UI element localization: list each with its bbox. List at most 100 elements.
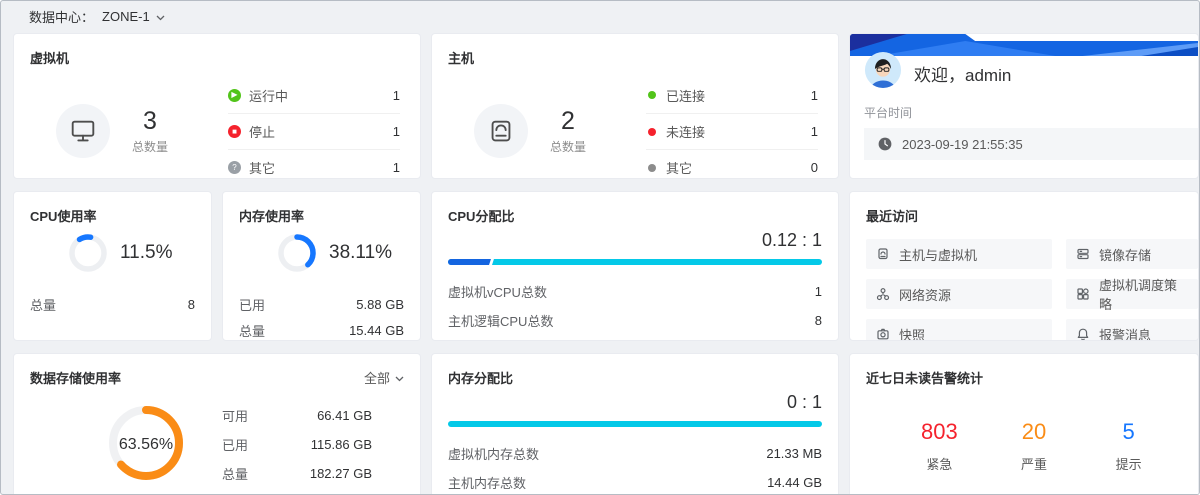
kv-row: 总量 15.44 GB [239, 317, 404, 341]
dashboard: 数据中心： ZONE-1 虚拟机 3 总数量 [0, 0, 1200, 495]
cpu-usage-title: CPU使用率 [30, 206, 195, 225]
kv-label: 总量 [30, 295, 56, 314]
status-value: 1 [393, 160, 400, 175]
alarm-critical-count: 803 [892, 419, 987, 445]
status-value: 0 [811, 160, 818, 175]
mem-usage-percent: 38.11% [329, 242, 392, 264]
status-label: 已连接 [666, 86, 811, 105]
vm-total: 3 总数量 [132, 107, 168, 155]
alarm-critical-label: 紧急 [892, 454, 987, 473]
scheduler-icon [1076, 287, 1090, 301]
topbar: 数据中心： ZONE-1 [1, 1, 1199, 31]
recent-item-host-vm[interactable]: 主机与虚拟机 [866, 239, 1052, 269]
cpu-ratio-bar [448, 259, 822, 265]
other-dot [648, 164, 656, 172]
host-vm-icon [876, 247, 890, 261]
alarm-stats: 803 紧急 20 严重 5 提示 [866, 419, 1182, 473]
alarm-title: 近七日未读告警统计 [866, 368, 1182, 387]
cpu-usage-card: CPU使用率 11.5% 总量 8 [13, 191, 212, 341]
welcome-card: 欢迎，admin 平台时间 2023-09-19 21:55:35 [849, 33, 1199, 179]
recent-item-label: 报警消息 [1099, 325, 1151, 342]
recent-item-alarm[interactable]: 报警消息 [1066, 319, 1198, 341]
mem-ratio-card: 内存分配比 0 : 1 虚拟机内存总数 21.33 MB 主机内存总数 14.4… [431, 353, 839, 495]
status-value: 1 [811, 88, 818, 103]
cpu-ratio-card: CPU分配比 0.12 : 1 虚拟机vCPU总数 1 主机逻辑CPU总数 8 … [431, 191, 839, 341]
vm-status-list: ▶ 运行中 1 ■ 停止 1 ? 其它 1 [228, 77, 400, 179]
mem-usage-rows: 已用 5.88 GB 总量 15.44 GB [239, 291, 404, 341]
kv-label: 虚拟机vCPU总数 [448, 282, 547, 301]
mem-ratio-rows: 虚拟机内存总数 21.33 MB 主机内存总数 14.44 GB 内存分配比例 … [448, 439, 822, 495]
kv-value: 115.86 GB [311, 437, 372, 452]
status-value: 1 [811, 124, 818, 139]
kv-value: 5.88 GB [356, 297, 404, 312]
host-status-other: 其它 0 [646, 149, 818, 179]
status-label: 未连接 [666, 122, 811, 141]
platform-time-bar: 2023-09-19 21:55:35 [864, 128, 1198, 160]
kv-value: 8 [815, 313, 822, 328]
kv-value: 66.41 GB [317, 408, 372, 423]
vm-card-body: 3 总数量 ▶ 运行中 1 ■ 停止 1 [30, 67, 404, 179]
kv-value: 14.44 GB [767, 475, 822, 490]
cpu-usage-donut [68, 233, 108, 273]
kv-label: 虚拟机内存总数 [448, 444, 539, 463]
platform-time-label: 平台时间 [864, 104, 912, 121]
alarm-severe-label: 严重 [987, 454, 1082, 473]
storage-donut: 63.56% [108, 405, 184, 484]
mem-ratio-value: 0 : 1 [448, 392, 822, 413]
network-icon [876, 287, 890, 301]
host-icon [474, 104, 528, 158]
cpu-ratio-value: 0.12 : 1 [448, 230, 822, 251]
kv-row: CPU分配比例 12.5 % [448, 335, 822, 341]
vm-card: 虚拟机 3 总数量 ▶ 运行中 [13, 33, 421, 179]
host-status-disconnected: 未连接 1 [646, 113, 818, 149]
kv-value: 15.44 GB [349, 323, 404, 338]
storage-percent: 63.56% [108, 405, 184, 484]
host-card-body: 2 总数量 已连接 1 未连接 1 [448, 67, 822, 179]
mem-ratio-title: 内存分配比 [448, 368, 822, 387]
datacenter-select[interactable]: ZONE-1 [102, 9, 165, 24]
storage-filter-select[interactable]: 全部 [364, 368, 404, 387]
storage-filter-value: 全部 [364, 368, 390, 387]
monitor-icon [56, 104, 110, 158]
alarm-card: 近七日未读告警统计 803 紧急 20 严重 5 提示 [849, 353, 1199, 495]
kv-row: 已用 5.88 GB [239, 291, 404, 317]
kv-label: CPU分配比例 [448, 340, 527, 341]
avatar [864, 51, 902, 89]
other-icon: ? [228, 161, 241, 174]
kv-value: 182.27 GB [310, 466, 372, 481]
kv-row: 可用 66.41 GB [222, 401, 372, 430]
host-total-label: 总数量 [550, 138, 586, 155]
vm-status-other: ? 其它 1 [228, 149, 400, 179]
storage-rows: 可用 66.41 GB 已用 115.86 GB 总量 182.27 GB [222, 401, 372, 488]
kv-label: 已用 [239, 295, 265, 314]
status-label: 其它 [249, 158, 393, 177]
vm-summary: 3 总数量 [56, 104, 168, 158]
recent-item-snapshot[interactable]: 快照 [866, 319, 1052, 341]
vm-status-running: ▶ 运行中 1 [228, 77, 400, 113]
vm-status-stopped: ■ 停止 1 [228, 113, 400, 149]
vm-total-value: 3 [132, 107, 168, 136]
alarm-stat-critical: 803 紧急 [892, 419, 987, 473]
running-icon: ▶ [228, 89, 241, 102]
status-label: 运行中 [249, 86, 393, 105]
cpu-ratio-title: CPU分配比 [448, 206, 822, 225]
recent-item-image-storage[interactable]: 镜像存储 [1066, 239, 1198, 269]
kv-label: 总量 [222, 464, 248, 483]
recent-item-network[interactable]: 网络资源 [866, 279, 1052, 309]
image-storage-icon [1076, 247, 1090, 261]
recent-title: 最近访问 [866, 206, 1198, 225]
banner-graphic [850, 34, 1198, 56]
platform-time-value: 2023-09-19 21:55:35 [902, 137, 1023, 152]
recent-grid: 主机与虚拟机 镜像存储 网络资源 [866, 239, 1198, 341]
recent-item-scheduler[interactable]: 虚拟机调度策略 [1066, 279, 1198, 309]
host-total-value: 2 [550, 107, 586, 136]
mem-usage-card: 内存使用率 38.11% 已用 5.88 GB [222, 191, 421, 341]
mem-usage-title: 内存使用率 [239, 206, 404, 225]
kv-row: 总量 8 [30, 291, 195, 317]
recent-item-label: 虚拟机调度策略 [1099, 275, 1188, 313]
cpu-ratio-rows: 虚拟机vCPU总数 1 主机逻辑CPU总数 8 CPU分配比例 12.5 % [448, 277, 822, 341]
alarm-bell-icon [1076, 327, 1090, 341]
kv-label: 可用 [222, 406, 248, 425]
cpu-ratio-bar-fill [448, 259, 494, 265]
chevron-down-icon [156, 9, 165, 24]
